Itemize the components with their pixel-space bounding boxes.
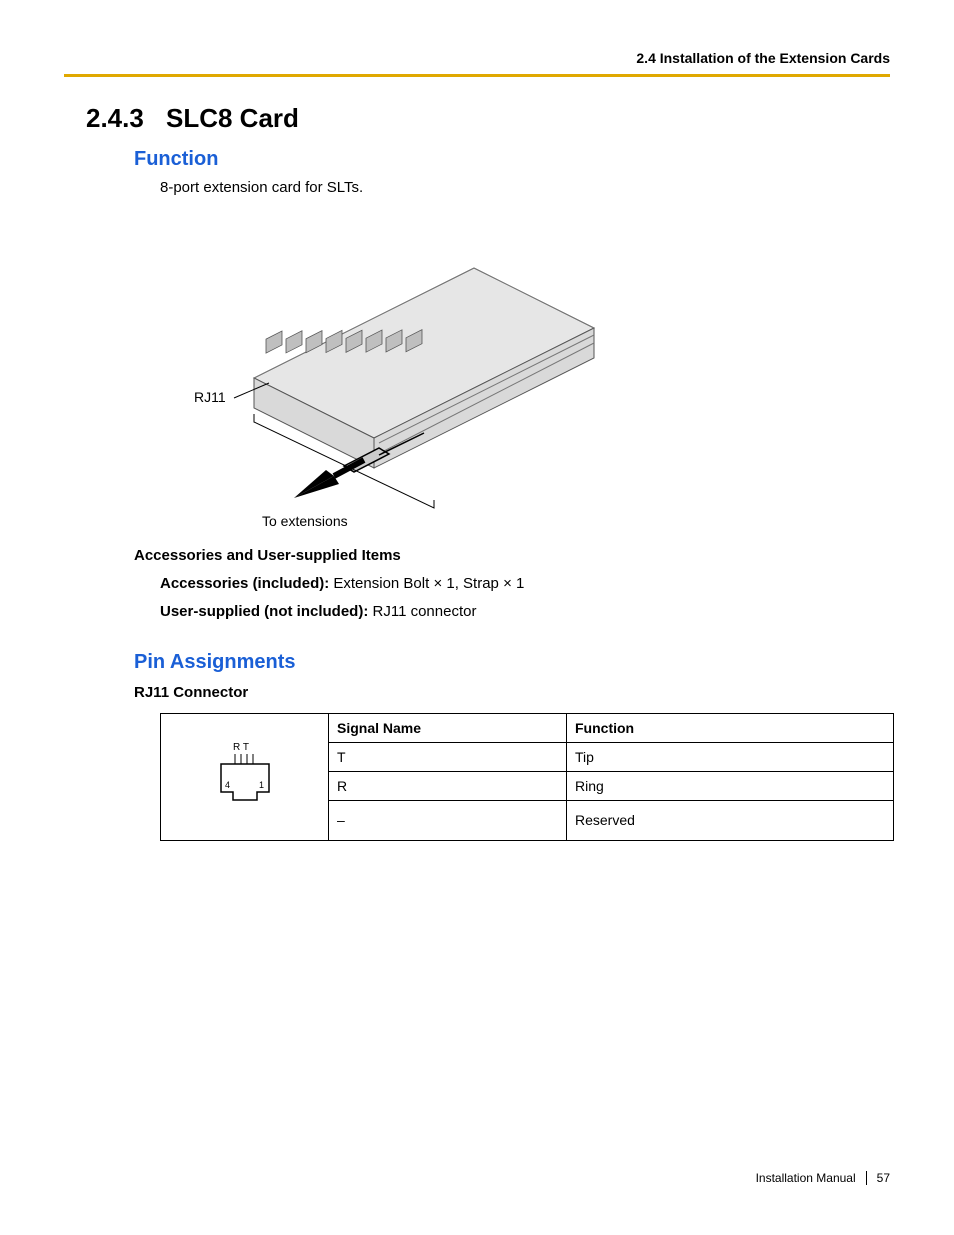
slc8-card-illustration: RJ11 To extensions: [174, 208, 634, 528]
section-number: 2.4.3: [86, 103, 166, 134]
cell-function: Ring: [567, 771, 894, 800]
col-function: Function: [567, 713, 894, 742]
cell-signal: R: [329, 771, 567, 800]
footer-manual-name: Installation Manual: [756, 1171, 856, 1185]
svg-text:4: 4: [225, 780, 230, 790]
section-name: SLC8 Card: [166, 103, 299, 133]
accessories-included: Accessories (included): Extension Bolt ×…: [160, 570, 890, 599]
rj11-connector-heading: RJ11 Connector: [134, 684, 890, 701]
running-header: 2.4 Installation of the Extension Cards: [64, 50, 890, 66]
cell-function: Tip: [567, 742, 894, 771]
page-footer: Installation Manual 57: [756, 1171, 890, 1185]
svg-text:R T: R T: [233, 742, 249, 753]
cell-function: Reserved: [567, 800, 894, 840]
page: 2.4 Installation of the Extension Cards …: [0, 0, 954, 1235]
cell-signal: –: [329, 800, 567, 840]
pin-assignments-heading: Pin Assignments: [134, 651, 890, 674]
footer-separator: [866, 1171, 867, 1185]
table-header-row: R T 4 1 Signal Name Function: [161, 713, 894, 742]
accessories-user-supplied: User-supplied (not included): RJ11 conne…: [160, 598, 890, 627]
function-heading: Function: [134, 148, 890, 171]
accessories-user-label: User-supplied (not included):: [160, 603, 368, 620]
accessories-included-label: Accessories (included):: [160, 575, 329, 592]
svg-text:1: 1: [259, 780, 264, 790]
accessories-heading: Accessories and User-supplied Items: [134, 547, 890, 564]
accessories-included-body: Extension Bolt × 1, Strap × 1: [329, 575, 524, 592]
rj11-connector-icon: R T 4 1: [205, 738, 285, 816]
connector-diagram-cell: R T 4 1: [161, 713, 329, 840]
header-rule: [64, 74, 890, 77]
diagram-label-to-extensions: To extensions: [262, 513, 348, 528]
section-title: 2.4.3SLC8 Card: [86, 103, 890, 134]
cell-signal: T: [329, 742, 567, 771]
accessories-user-body: RJ11 connector: [368, 603, 476, 620]
pin-assignments-table: R T 4 1 Signal Name Function T Tip R Rin…: [160, 713, 894, 841]
function-body: 8-port extension card for SLTs.: [160, 177, 890, 200]
diagram-label-rj11: RJ11: [194, 389, 226, 405]
footer-page-number: 57: [877, 1171, 890, 1185]
col-signal-name: Signal Name: [329, 713, 567, 742]
card-diagram: RJ11 To extensions: [174, 208, 890, 533]
